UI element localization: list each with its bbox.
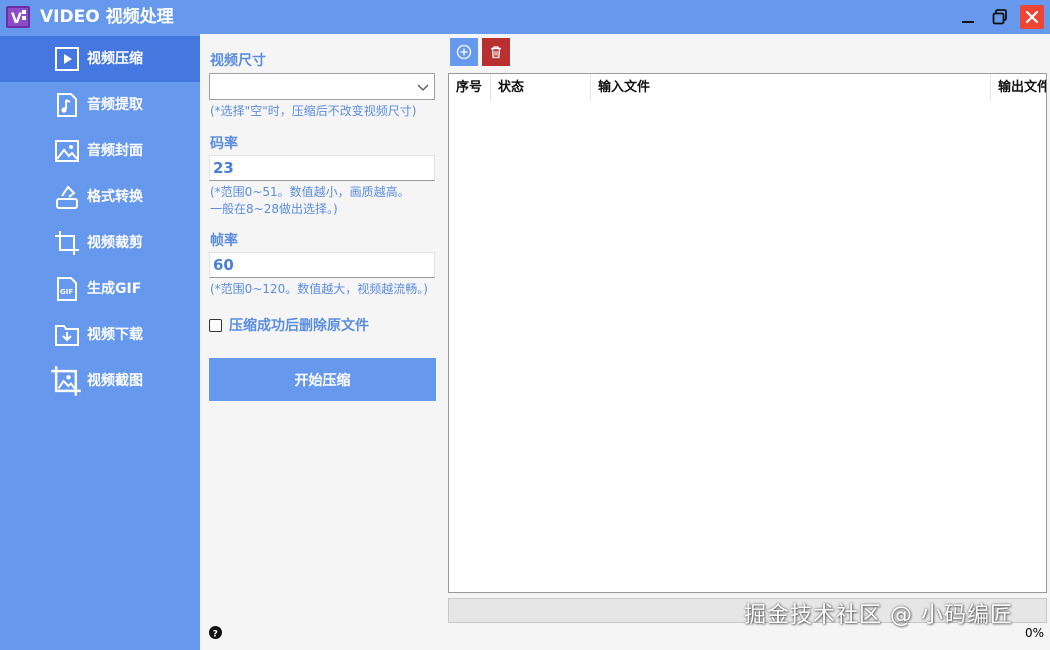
chevron-down-icon <box>417 84 429 91</box>
gif-file-icon: GIF <box>57 277 77 301</box>
window-title: VIDEO 视频处理 <box>40 7 174 27</box>
progress-percent: 0% <box>1025 626 1045 640</box>
sidebar-item-make-gif[interactable]: GIF 生成GIF <box>0 266 200 312</box>
sidebar-item-label: 音频提取 <box>87 97 143 113</box>
sidebar-item-video-screenshot[interactable]: 视频截图 <box>0 358 200 404</box>
table-header: 序号 状态 输入文件 输出文件 <box>449 74 1046 101</box>
framerate-hint: (*范围0~120。数值越大，视频越流畅。) <box>210 282 428 296</box>
file-table[interactable]: 序号 状态 输入文件 输出文件 <box>448 73 1047 593</box>
play-icon <box>55 47 79 71</box>
bitrate-hint-line2: 一般在8~28做出选择。) <box>210 202 338 216</box>
close-button[interactable] <box>1020 5 1044 29</box>
bitrate-label: 码率 <box>210 136 238 152</box>
bitrate-input[interactable] <box>209 155 435 181</box>
column-header-input-file[interactable]: 输入文件 <box>590 74 990 101</box>
screenshot-icon <box>51 366 81 396</box>
svg-text:GIF: GIF <box>60 288 73 296</box>
download-folder-icon <box>55 325 79 346</box>
question-icon[interactable]: ? <box>209 626 222 639</box>
app-logo-icon: V <box>6 6 30 28</box>
restore-icon <box>992 9 1007 25</box>
convert-icon <box>56 185 78 209</box>
column-header-status[interactable]: 状态 <box>490 74 590 101</box>
sidebar-item-label: 视频压缩 <box>87 51 143 67</box>
sidebar-item-format-convert[interactable]: 格式转换 <box>0 174 200 220</box>
sidebar-item-label: 音频封面 <box>87 143 143 159</box>
delete-file-button[interactable] <box>482 38 510 66</box>
image-icon <box>55 140 79 162</box>
watermark: 掘金技术社区 @ 小码编匠 <box>744 603 1013 628</box>
framerate-label: 帧率 <box>210 233 238 249</box>
sidebar-item-label: 视频下载 <box>87 327 143 343</box>
bitrate-hint-line1: (*范围0~51。数值越小，画质越高。 <box>210 185 410 199</box>
sidebar-item-label: 视频裁剪 <box>87 235 143 251</box>
app-logo-letter: V <box>11 11 22 27</box>
trash-icon <box>491 46 501 59</box>
add-file-button[interactable] <box>450 38 478 66</box>
framerate-input[interactable] <box>209 252 435 278</box>
minimize-icon <box>962 21 974 23</box>
delete-original-checkbox[interactable] <box>209 319 222 332</box>
delete-original-label: 压缩成功后删除原文件 <box>229 318 369 334</box>
start-compress-button[interactable]: 开始压缩 <box>209 358 436 401</box>
video-size-label: 视频尺寸 <box>210 53 266 69</box>
svg-text:?: ? <box>213 629 218 639</box>
sidebar-item-label: 生成GIF <box>87 281 142 297</box>
crop-icon <box>55 231 79 255</box>
minimize-button[interactable] <box>956 5 980 29</box>
maximize-button[interactable] <box>988 5 1012 29</box>
column-header-output-file[interactable]: 输出文件 <box>990 74 1046 101</box>
title-bar: V VIDEO 视频处理 <box>0 0 1050 34</box>
video-size-select[interactable] <box>209 73 435 100</box>
sidebar-item-label: 视频截图 <box>87 373 143 389</box>
sidebar: 视频压缩 音频提取 音频封面 格式转换 视频裁剪 GIF 生成GIF 视频下载 … <box>0 34 200 650</box>
plus-circle-icon <box>456 44 472 60</box>
sidebar-item-video-crop[interactable]: 视频裁剪 <box>0 220 200 266</box>
sidebar-item-video-compress[interactable]: 视频压缩 <box>0 36 200 82</box>
video-size-hint: (*选择"空"时，压缩后不改变视频尺寸) <box>210 104 417 118</box>
column-header-index[interactable]: 序号 <box>449 74 490 101</box>
music-file-icon <box>57 93 77 117</box>
sidebar-item-label: 格式转换 <box>87 189 143 205</box>
sidebar-item-video-download[interactable]: 视频下载 <box>0 312 200 358</box>
sidebar-item-audio-cover[interactable]: 音频封面 <box>0 128 200 174</box>
close-icon <box>1025 10 1039 24</box>
sidebar-item-audio-extract[interactable]: 音频提取 <box>0 82 200 128</box>
